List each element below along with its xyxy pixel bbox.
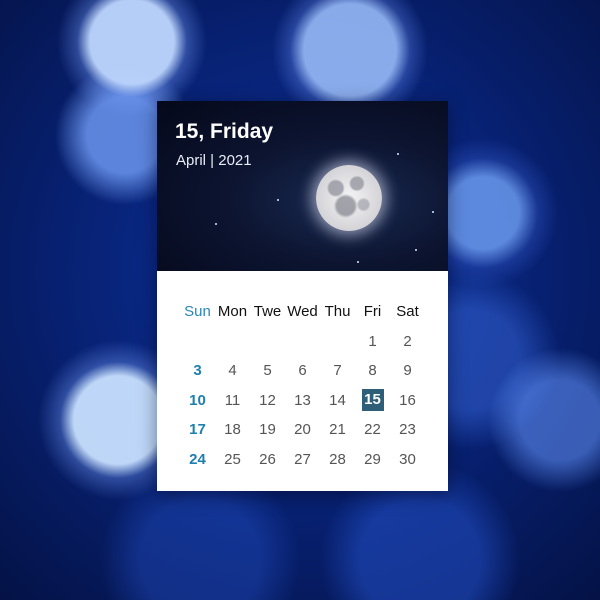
week-row: 10 11 12 13 14 15 16	[180, 386, 442, 416]
day-cell[interactable]: 19	[250, 421, 285, 438]
day-number: 18	[224, 421, 241, 439]
day-number: 23	[399, 421, 416, 439]
star-decoration	[277, 199, 279, 201]
month-year-label: April | 2021	[176, 152, 252, 169]
day-cell[interactable]: 28	[320, 451, 355, 468]
week-row: 3 4 5 6 7 8 9	[180, 356, 442, 386]
day-cell[interactable]: 1	[355, 333, 390, 350]
day-cell[interactable]: 13	[285, 392, 320, 409]
day-number: 9	[403, 362, 412, 380]
day-number: 1	[368, 332, 377, 350]
day-number: 25	[224, 450, 241, 468]
calendar-widget: 15, Friday April | 2021 Sun Mon Twe Wed …	[157, 101, 448, 491]
day-cell[interactable]: 23	[390, 421, 425, 438]
weekday-mon: Mon	[217, 303, 248, 321]
day-cell[interactable]: 2	[390, 333, 425, 350]
day-cell[interactable]: 21	[320, 421, 355, 438]
week-row: 12	[180, 327, 442, 357]
weekday-sat: Sat	[396, 303, 419, 321]
weekday-sun: Sun	[184, 303, 211, 321]
star-decoration	[215, 223, 217, 225]
day-cell[interactable]: 8	[355, 362, 390, 379]
selected-day-title: 15, Friday	[175, 120, 274, 143]
day-cell[interactable]: 16	[390, 392, 425, 409]
calendar-grid: Sun Mon Twe Wed Thu Fri Sat 1 2 3 4 5 6 7 8 9 10 1…	[180, 297, 442, 474]
day-cell[interactable]: 7	[320, 362, 355, 379]
day-cell[interactable]: 18	[215, 421, 250, 438]
day-cell-today[interactable]: 15	[355, 389, 390, 412]
day-cell[interactable]: 17	[180, 421, 215, 438]
day-cell[interactable]: 22	[355, 421, 390, 438]
day-cell[interactable]: 12	[250, 392, 285, 409]
day-cell[interactable]: 25	[215, 451, 250, 468]
night-sky-header: 15, Friday April | 2021	[157, 101, 448, 271]
moon-image	[316, 165, 382, 231]
day-number: 4	[228, 362, 237, 380]
day-number: 5	[263, 362, 272, 380]
day-number: 16	[399, 391, 416, 409]
day-cell[interactable]: 4	[215, 362, 250, 379]
day-number: 20	[294, 421, 311, 439]
day-cell[interactable]: 24	[180, 451, 215, 468]
day-number: 19	[259, 421, 276, 439]
day-cell[interactable]: 26	[250, 451, 285, 468]
star-decoration	[415, 249, 417, 251]
star-decoration	[432, 211, 434, 213]
day-number: 12	[259, 391, 276, 409]
day-number: 11	[224, 391, 241, 409]
day-cell[interactable]: 3	[180, 362, 215, 379]
weekday-wed: Wed	[287, 303, 318, 321]
weekday-fri: Fri	[363, 303, 382, 321]
day-number: 28	[329, 450, 346, 468]
day-number: 10	[189, 391, 206, 409]
week-row: 24 25 26 27 28 29 30	[180, 445, 442, 475]
day-cell[interactable]: 5	[250, 362, 285, 379]
day-number: 24	[189, 450, 206, 468]
day-number: 26	[259, 450, 276, 468]
day-cell[interactable]: 27	[285, 451, 320, 468]
day-number: 17	[189, 421, 206, 439]
weekday-tue: Twe	[253, 303, 282, 321]
weekday-thu: Thu	[324, 303, 351, 321]
day-cell[interactable]: 10	[180, 392, 215, 409]
day-cell[interactable]: 20	[285, 421, 320, 438]
day-number: 6	[298, 362, 307, 380]
day-cell[interactable]: 30	[390, 451, 425, 468]
day-cell[interactable]: 14	[320, 392, 355, 409]
day-cell[interactable]: 11	[215, 392, 250, 409]
day-number: 8	[368, 362, 377, 380]
day-cell[interactable]: 29	[355, 451, 390, 468]
day-number: 2	[403, 332, 412, 350]
day-number: 15	[361, 389, 384, 412]
day-number: 27	[294, 450, 311, 468]
day-number: 30	[399, 450, 416, 468]
day-number: 3	[193, 362, 202, 380]
day-number: 21	[329, 421, 346, 439]
day-number: 22	[364, 421, 381, 439]
star-decoration	[397, 153, 399, 155]
day-number: 7	[333, 362, 342, 380]
day-cell[interactable]: 9	[390, 362, 425, 379]
star-decoration	[357, 261, 359, 263]
week-row: 17 18 19 20 21 22 23	[180, 415, 442, 445]
day-cell[interactable]: 6	[285, 362, 320, 379]
day-number: 14	[329, 391, 346, 409]
day-number: 29	[364, 450, 381, 468]
day-number: 13	[294, 391, 311, 409]
weekday-header-row: Sun Mon Twe Wed Thu Fri Sat	[180, 297, 442, 327]
